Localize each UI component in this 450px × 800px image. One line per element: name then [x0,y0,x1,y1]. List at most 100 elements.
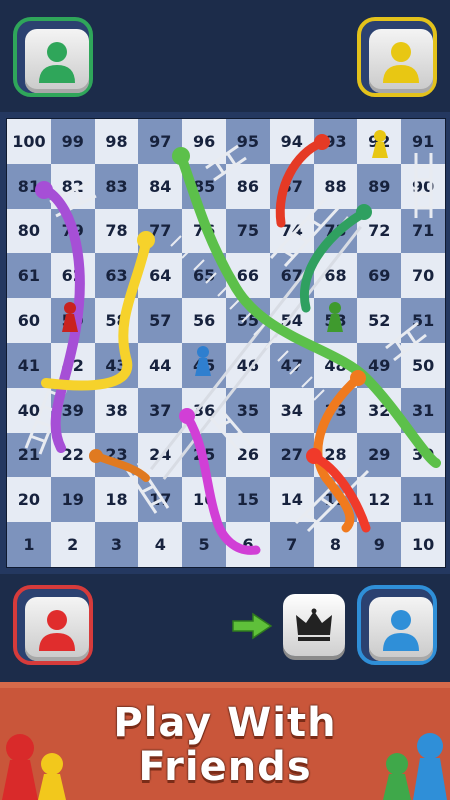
board-cell: 68 [313,253,358,299]
board-cell: 53 [313,298,358,343]
roll-dice-button[interactable] [283,594,345,656]
board-cell: 91 [401,119,445,164]
board-cell: 88 [313,163,358,209]
board-cell: 66 [225,253,270,299]
board-cell: 9 [357,522,402,567]
board-cell: 55 [225,298,270,343]
green-player-slot[interactable] [13,17,93,97]
board-cell: 6 [225,522,270,567]
board-cell: 43 [94,342,139,388]
board-cell: 10 [401,522,445,567]
board-cell: 34 [269,387,314,433]
board-cell: 94 [269,119,314,164]
blue-player-slot[interactable] [357,585,437,665]
yellow-user-icon [383,42,419,83]
board-cell: 51 [401,298,445,343]
board-cell: 48 [313,342,358,388]
board-cell: 24 [138,432,183,478]
decor-pawns-right [383,733,447,800]
board-cell: 75 [225,208,270,254]
board-cell: 40 [7,387,51,433]
board-cell: 29 [357,432,402,478]
board-cell: 89 [357,163,402,209]
blue-user-icon [383,610,419,651]
board-cell: 46 [225,342,270,388]
board-cell: 78 [94,208,139,254]
board-cell: 33 [313,387,358,433]
board-cell: 99 [50,119,95,164]
board-cell: 93 [313,119,358,164]
board-cell: 18 [94,477,139,523]
board-cell: 59 [50,298,95,343]
board-cell: 81 [7,163,51,209]
board-cell: 12 [357,477,402,523]
board-cell: 44 [138,342,183,388]
board-cell: 17 [138,477,183,523]
board-cell: 11 [401,477,445,523]
board-cell: 1 [7,522,51,567]
board-cell: 76 [182,208,226,254]
board-cell: 57 [138,298,183,343]
yellow-player-slot[interactable] [357,17,437,97]
board-cell: 63 [94,253,139,299]
board-cell: 83 [94,163,139,209]
board-cell: 92 [357,119,402,164]
board-cell: 7 [269,522,314,567]
board-cell: 26 [225,432,270,478]
crown-icon [296,608,332,641]
board-cell: 47 [269,342,314,388]
board-cell: 67 [269,253,314,299]
board-cell: 15 [225,477,270,523]
board-cell: 80 [7,208,51,254]
board-cell: 16 [182,477,226,523]
board-cell: 58 [94,298,139,343]
board-cell: 27 [269,432,314,478]
turn-arrow-icon [232,612,273,640]
board-cell: 79 [50,208,95,254]
board-cell: 56 [182,298,226,343]
board-cell: 39 [50,387,95,433]
board-cell: 69 [357,253,402,299]
board-cell: 62 [50,253,95,299]
board-cell: 82 [50,163,95,209]
board-cell: 85 [182,163,226,209]
board-cell: 5 [182,522,226,567]
board-cell: 98 [94,119,139,164]
board-cell: 90 [401,163,445,209]
board-cell: 64 [138,253,183,299]
board-cell: 32 [357,387,402,433]
board-cell: 25 [182,432,226,478]
red-player-slot[interactable] [13,585,93,665]
board-cell: 71 [401,208,445,254]
board-cell: 23 [94,432,139,478]
board-cell: 20 [7,477,51,523]
board-cell: 70 [401,253,445,299]
board-cell: 86 [225,163,270,209]
board-cell: 95 [225,119,270,164]
board-cell: 45 [182,342,226,388]
board-cell: 21 [7,432,51,478]
board-cell: 36 [182,387,226,433]
board-cell: 2 [50,522,95,567]
board-cell: 54 [269,298,314,343]
board-cell: 28 [313,432,358,478]
board-cell: 31 [401,387,445,433]
red-user-icon [39,610,75,651]
board-cell: 13 [313,477,358,523]
board-cell: 77 [138,208,183,254]
board-cell: 100 [7,119,51,164]
board-cell: 97 [138,119,183,164]
board-cell: 49 [357,342,402,388]
board-cell: 14 [269,477,314,523]
board-cell: 60 [7,298,51,343]
board-cell: 19 [50,477,95,523]
board-cell: 50 [401,342,445,388]
board-cell: 41 [7,342,51,388]
board-cell: 72 [357,208,402,254]
board-cell: 22 [50,432,95,478]
green-user-icon [39,42,75,83]
board-cell: 87 [269,163,314,209]
board-cell: 3 [94,522,139,567]
board-cell: 96 [182,119,226,164]
board-cell: 8 [313,522,358,567]
